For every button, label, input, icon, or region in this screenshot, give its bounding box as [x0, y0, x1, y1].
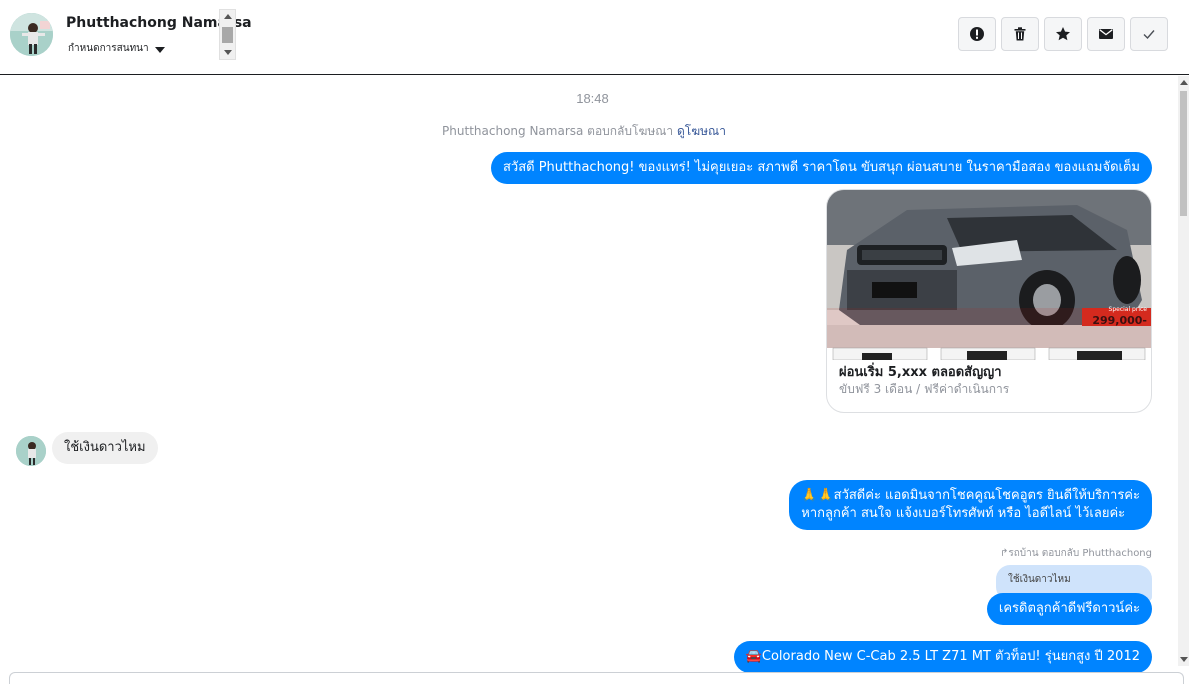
mark-unread-button[interactable] [1087, 17, 1125, 51]
price-label: Special price [1108, 306, 1147, 313]
message-bubble-outgoing[interactable]: เครดิตลูกค้าดีฟรีดาวน์ค่ะ [986, 593, 1152, 625]
contact-avatar[interactable] [10, 13, 53, 56]
star-icon [1056, 27, 1070, 41]
ad-card-subtitle: ขับฟรี 3 เดือน / ฟรีค่าดำเนินการ [839, 382, 1010, 396]
ad-card-title: ผ่อนเริ่ม 5,xxx ตลอดสัญญา [839, 365, 1002, 380]
trash-icon [1014, 27, 1026, 41]
checkmark-icon [1143, 30, 1155, 40]
report-button[interactable] [958, 17, 996, 51]
star-button[interactable] [1044, 17, 1082, 51]
message-line: หากลูกค้า สนใจ แจ้งเบอร์โทรศัพท์ หรือ ไอ… [801, 506, 1126, 521]
message-timestamp: 18:48 [576, 91, 609, 106]
contact-avatar-small[interactable] [16, 436, 46, 466]
thread-scrollbar[interactable] [1178, 76, 1189, 666]
scroll-down-icon[interactable] [224, 50, 232, 55]
view-ad-link[interactable]: ดูโฆษณา [677, 124, 726, 138]
car-photo[interactable]: Special price 299,000- [827, 190, 1151, 360]
conversation-actions [958, 17, 1168, 51]
envelope-icon [1099, 29, 1113, 39]
exclamation-circle-icon [970, 27, 984, 41]
conversation-header: Phutthachong Namarsa กำหนดการสนทนา [0, 0, 1189, 75]
message-bubble-outgoing[interactable]: สวัสดี Phutthachong! ของแทร่! ไม่คุยเยอะ… [490, 152, 1152, 184]
message-line: 🙏🙏สวัสดีค่ะ แอดมินจากโชคคูณโชคอูตร ยินดี… [801, 488, 1140, 503]
assign-label: กำหนดการสนทนา [68, 43, 149, 54]
message-bubble-outgoing[interactable]: 🙏🙏สวัสดีค่ะ แอดมินจากโชคคูณโชคอูตร ยินดี… [789, 480, 1152, 530]
scroll-thumb[interactable] [1180, 91, 1187, 216]
scroll-up-icon[interactable] [224, 14, 232, 19]
caret-down-icon [154, 46, 165, 53]
message-composer[interactable] [9, 672, 1184, 684]
header-scrollbar[interactable] [219, 9, 236, 60]
assign-conversation-dropdown[interactable]: กำหนดการสนทนา [68, 41, 165, 56]
reply-meta: ↱รถบ้าน ตอบกลับ Phutthachong [1000, 548, 1152, 559]
scroll-down-icon[interactable] [1180, 657, 1188, 662]
ad-card[interactable]: Special price 299,000- ผ่อนเริ่ม 5,xxx ต… [826, 189, 1152, 413]
scroll-up-icon[interactable] [1180, 80, 1188, 85]
message-thread[interactable]: 18:48 Phutthachong Namarsa ตอบกลับโฆษณา … [0, 76, 1177, 672]
ad-reply-text: Phutthachong Namarsa ตอบกลับโฆษณา [442, 124, 674, 138]
delete-button[interactable] [1001, 17, 1039, 51]
done-button[interactable] [1130, 17, 1168, 51]
message-bubble-incoming[interactable]: ใช้เงินดาวไหม [52, 432, 158, 464]
ad-reply-note: Phutthachong Namarsa ตอบกลับโฆษณา ดูโฆษณ… [0, 122, 1168, 141]
message-bubble-outgoing[interactable]: 🚘Colorado New C-Cab 2.5 LT Z71 MT ตัวท็อ… [733, 641, 1152, 672]
scroll-thumb[interactable] [222, 27, 233, 43]
price-tag: 299,000- [1092, 314, 1147, 327]
